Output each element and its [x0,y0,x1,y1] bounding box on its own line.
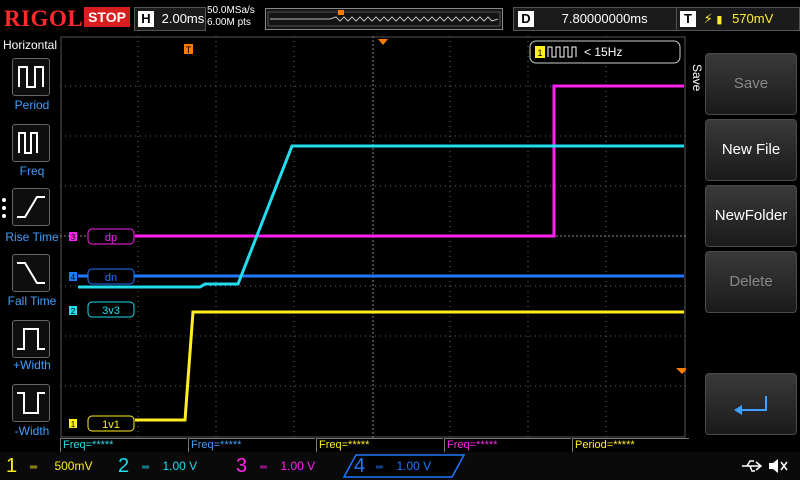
overview-wave [267,10,501,27]
timebase-value: 2.00ms [161,11,205,26]
d-label: D [518,11,534,27]
channel-2-scale: 1.00 V [162,459,198,473]
negative-pulse-icon [17,392,45,414]
svg-text:2: 2 [71,307,76,316]
measurement-3[interactable]: Freq=***** [316,438,443,452]
trigger-slope-icon: ▮ [716,14,723,26]
svg-text:3: 3 [71,233,76,242]
negative-width-button[interactable] [12,384,50,422]
trigger-edge-icon: ⚡ [703,11,713,26]
return-button[interactable] [705,373,797,435]
t-label: T [680,11,696,27]
positive-width-label: +Width [13,358,51,372]
period-button[interactable] [12,58,50,96]
horizontal-timebase[interactable]: H 2.00ms [134,7,206,31]
svg-text:4: 4 [71,273,76,282]
svg-text:dp: dp [105,232,117,244]
rise-edge-icon [17,196,45,218]
measurement-bar: Freq=***** Freq=***** Freq=***** Freq=**… [60,438,800,452]
dc-coupling-icon: ═ [376,462,384,473]
counter-value: < 15Hz [584,45,622,59]
freq-icon [18,132,38,154]
trigger-status[interactable]: T ⚡ ▮ 570mV [676,7,800,31]
fall-time-label: Fall Time [7,294,57,308]
delay-value: 7.80000000ms [561,11,648,26]
measurement-4[interactable]: Freq=***** [444,438,571,452]
frequency-counter[interactable]: 1 < 15Hz [529,40,681,64]
horizontal-delay[interactable]: D 7.80000000ms [513,7,697,31]
save-menu-tab: Save [690,40,704,102]
mute-speaker-icon[interactable] [766,456,790,476]
measurement-1[interactable]: Freq=***** [60,438,187,452]
svg-text:1: 1 [71,420,76,429]
freq-label: Freq [19,164,45,178]
new-folder-button[interactable]: NewFolder [705,185,797,247]
rise-time-label: Rise Time [5,230,59,244]
waveform-display[interactable]: T 3 dp 4 dn 2 3v3 1 1v1 1 < 15Hz [60,36,686,438]
acquisition-info: 50.0MSa/s 6.00M pts [207,5,255,29]
period-label: Period [14,98,50,112]
save-tab-label: Save [690,64,704,92]
brand-logo: RIGOL [4,6,84,31]
svg-text:1v1: 1v1 [102,419,120,431]
panel-title: Horizontal [2,38,58,52]
trigger-marker-label: T [186,45,192,55]
positive-width-button[interactable] [12,320,50,358]
channel-2-number[interactable]: 2 [118,455,129,477]
channel-4-scale: 1.00 V [396,459,432,473]
measurement-5[interactable]: Period=***** [572,438,689,452]
dc-coupling-icon: ═ [142,462,150,473]
rise-time-button[interactable] [12,188,50,226]
save-button[interactable]: Save [705,53,797,115]
usb-icon [742,460,763,472]
negative-width-label: -Width [14,424,50,438]
h-label: H [138,11,154,27]
channel-4-number[interactable]: 4 [354,455,365,477]
channel-1-number[interactable]: 1 [6,455,17,477]
channel-1-scale-box[interactable]: ═ 500mV [26,455,110,477]
positive-pulse-icon [17,328,45,350]
trigger-level-value: 570mV [732,11,774,26]
sample-rate: 50.0MSa/s [207,5,255,16]
svg-text:3v3: 3v3 [102,305,120,317]
svg-text:1: 1 [537,48,542,58]
channel-3-number[interactable]: 3 [236,455,247,477]
menu-scroll-dots [2,196,8,226]
fall-edge-icon [17,262,45,284]
channel-2-scale-box[interactable]: ═ 1.00 V [138,455,228,477]
trigger-position-marker[interactable]: T [184,44,193,55]
delete-button[interactable]: Delete [705,251,797,313]
new-file-button[interactable]: New File [705,119,797,181]
memory-overview-bar[interactable] [265,8,503,30]
dc-coupling-icon: ═ [260,462,268,473]
fall-time-button[interactable] [12,254,50,292]
run-stop-indicator[interactable]: STOP [84,7,130,27]
memory-depth: 6.00M pts [207,17,251,28]
channel-1-scale: 500mV [54,459,93,473]
freq-button[interactable] [12,124,50,162]
return-arrow-icon [734,396,767,415]
channel-3-scale-box[interactable]: ═ 1.00 V [256,455,346,477]
channel-3-scale: 1.00 V [280,459,316,473]
dc-coupling-icon: ═ [30,462,38,473]
measurement-2[interactable]: Freq=***** [188,438,315,452]
svg-text:dn: dn [105,272,117,284]
channel-4-scale-box[interactable]: ═ 1.00 V [374,455,460,477]
period-icon [18,66,44,88]
